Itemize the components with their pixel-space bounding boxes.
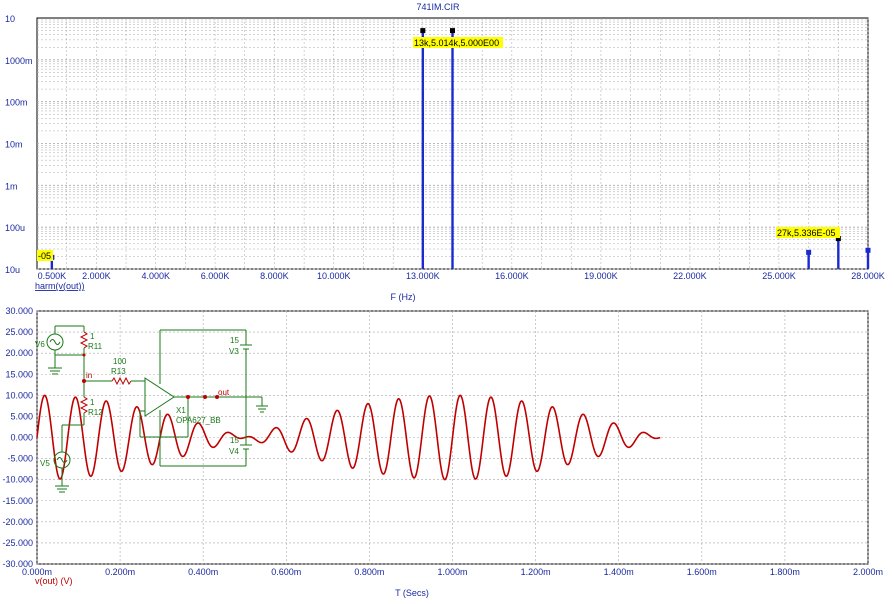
spectrum-x-tick: 2.000K bbox=[82, 271, 111, 281]
chart-title: 741IM.CIR bbox=[416, 2, 460, 12]
spectrum-x-axis-label: F (Hz) bbox=[391, 292, 416, 302]
opamp-model-label: OPA627_BB bbox=[176, 416, 221, 425]
spectrum-stem-marker bbox=[420, 28, 426, 34]
transient-y-tick: 5.000 bbox=[10, 411, 33, 421]
spectrum-x-tick: 6.000K bbox=[201, 271, 230, 281]
v3-label: V3 bbox=[229, 347, 239, 356]
spectrum-stem-marker bbox=[806, 249, 812, 255]
v4-label: V4 bbox=[229, 447, 239, 456]
transient-y-tick: -15.000 bbox=[2, 496, 33, 506]
r11-value: 1 bbox=[90, 332, 95, 341]
spectrum-x-tick: 13.000K bbox=[406, 271, 440, 281]
transient-x-tick: 1.600m bbox=[687, 567, 717, 577]
spectrum-y-tick: 100u bbox=[5, 223, 25, 233]
transient-y-tick: -20.000 bbox=[2, 517, 33, 527]
spectrum-x-tick: 10.000K bbox=[317, 271, 351, 281]
spectrum-y-tick: 10 bbox=[5, 14, 15, 24]
v6-label: V6 bbox=[35, 340, 45, 349]
spectrum-x-tick: 19.000K bbox=[584, 271, 618, 281]
simulation-plot-canvas: 741IM.CIR 10 1000m 100m 10m 1m 100u 10u 0.500K… bbox=[2, 2, 885, 598]
spectrum-x-ticks: 0.500K 2.000K 4.000K 6.000K 8.000K 10.000K 13.… bbox=[38, 271, 885, 281]
transient-x-tick: 0.400m bbox=[188, 567, 218, 577]
transient-x-tick: 0.800m bbox=[354, 567, 384, 577]
spectrum-stem-marker bbox=[450, 28, 455, 34]
spectrum-x-tick: 4.000K bbox=[141, 271, 170, 281]
v5-label: V5 bbox=[40, 459, 50, 468]
transient-y-tick: 25.000 bbox=[5, 327, 33, 337]
transient-x-tick: 1.200m bbox=[521, 567, 551, 577]
transient-y-tick: 0.000 bbox=[10, 433, 33, 443]
in-node-label: in bbox=[86, 371, 92, 380]
spectrum-annotation: -05 bbox=[38, 251, 51, 261]
v3-value: 15 bbox=[230, 336, 239, 345]
spectrum-y-tick: 10m bbox=[5, 140, 23, 150]
spectrum-stems bbox=[49, 28, 871, 269]
spectrum-y-tick: 1000m bbox=[5, 56, 33, 66]
r13-label: R13 bbox=[111, 367, 126, 376]
transient-y-tick: 10.000 bbox=[5, 390, 33, 400]
transient-y-tick: 20.000 bbox=[5, 348, 33, 358]
spectrum-y-ticks: 10 1000m 100m 10m 1m 100u 10u bbox=[5, 14, 33, 275]
transient-x-tick: 0.600m bbox=[271, 567, 301, 577]
x1-label: X1 bbox=[176, 406, 186, 415]
transient-x-tick: 1.400m bbox=[604, 567, 634, 577]
spectrum-x-tick: 16.000K bbox=[495, 271, 529, 281]
spectrum-y-tick: 100m bbox=[5, 98, 28, 108]
r13-value: 100 bbox=[113, 357, 127, 366]
transient-x-tick: 1.000m bbox=[437, 567, 467, 577]
transient-x-tick: 1.800m bbox=[770, 567, 800, 577]
transient-x-axis-label: T (Secs) bbox=[395, 588, 429, 598]
transient-x-tick: 0.200m bbox=[105, 567, 135, 577]
transient-y-tick: -25.000 bbox=[2, 538, 33, 548]
spectrum-x-tick: 8.000K bbox=[260, 271, 289, 281]
spectrum-stem-marker bbox=[865, 247, 871, 253]
r11-label: R11 bbox=[88, 342, 103, 351]
spectrum-annotation: 27k,5.336E-05 bbox=[777, 228, 836, 238]
transient-y-tick: -10.000 bbox=[2, 475, 33, 485]
transient-y-tick: -5.000 bbox=[7, 454, 33, 464]
spectrum-x-tick: 22.000K bbox=[673, 271, 707, 281]
spectrum-annotation: 13k,5.014k,5.000E00 bbox=[414, 38, 499, 48]
transient-x-tick: 2.000m bbox=[853, 567, 883, 577]
transient-y-tick: 30.000 bbox=[5, 306, 33, 316]
spectrum-y-tick: 10u bbox=[5, 265, 20, 275]
transient-trace-label: v(out) (V) bbox=[35, 576, 73, 586]
out-node-label: out bbox=[218, 388, 230, 397]
r12-value: 1 bbox=[90, 398, 95, 407]
spectrum-x-tick: 28.000K bbox=[851, 271, 885, 281]
v4-value: 15 bbox=[230, 436, 239, 445]
transient-y-tick: 15.000 bbox=[5, 369, 33, 379]
spectrum-trace-label: harm(v(out)) bbox=[35, 281, 85, 291]
spectrum-x-tick: 25.000K bbox=[762, 271, 796, 281]
transient-y-ticks: 30.000 25.000 20.000 15.000 10.000 5.000 0.000… bbox=[2, 306, 33, 569]
spectrum-y-tick: 1m bbox=[5, 181, 18, 191]
schematic-nodes bbox=[82, 353, 219, 399]
r12-label: R12 bbox=[88, 408, 103, 417]
spectrum-x-tick: 0.500K bbox=[38, 271, 67, 281]
transient-x-ticks: 0.000m 0.200m 0.400m 0.600m 0.800m 1.000m 1.20… bbox=[22, 567, 883, 577]
